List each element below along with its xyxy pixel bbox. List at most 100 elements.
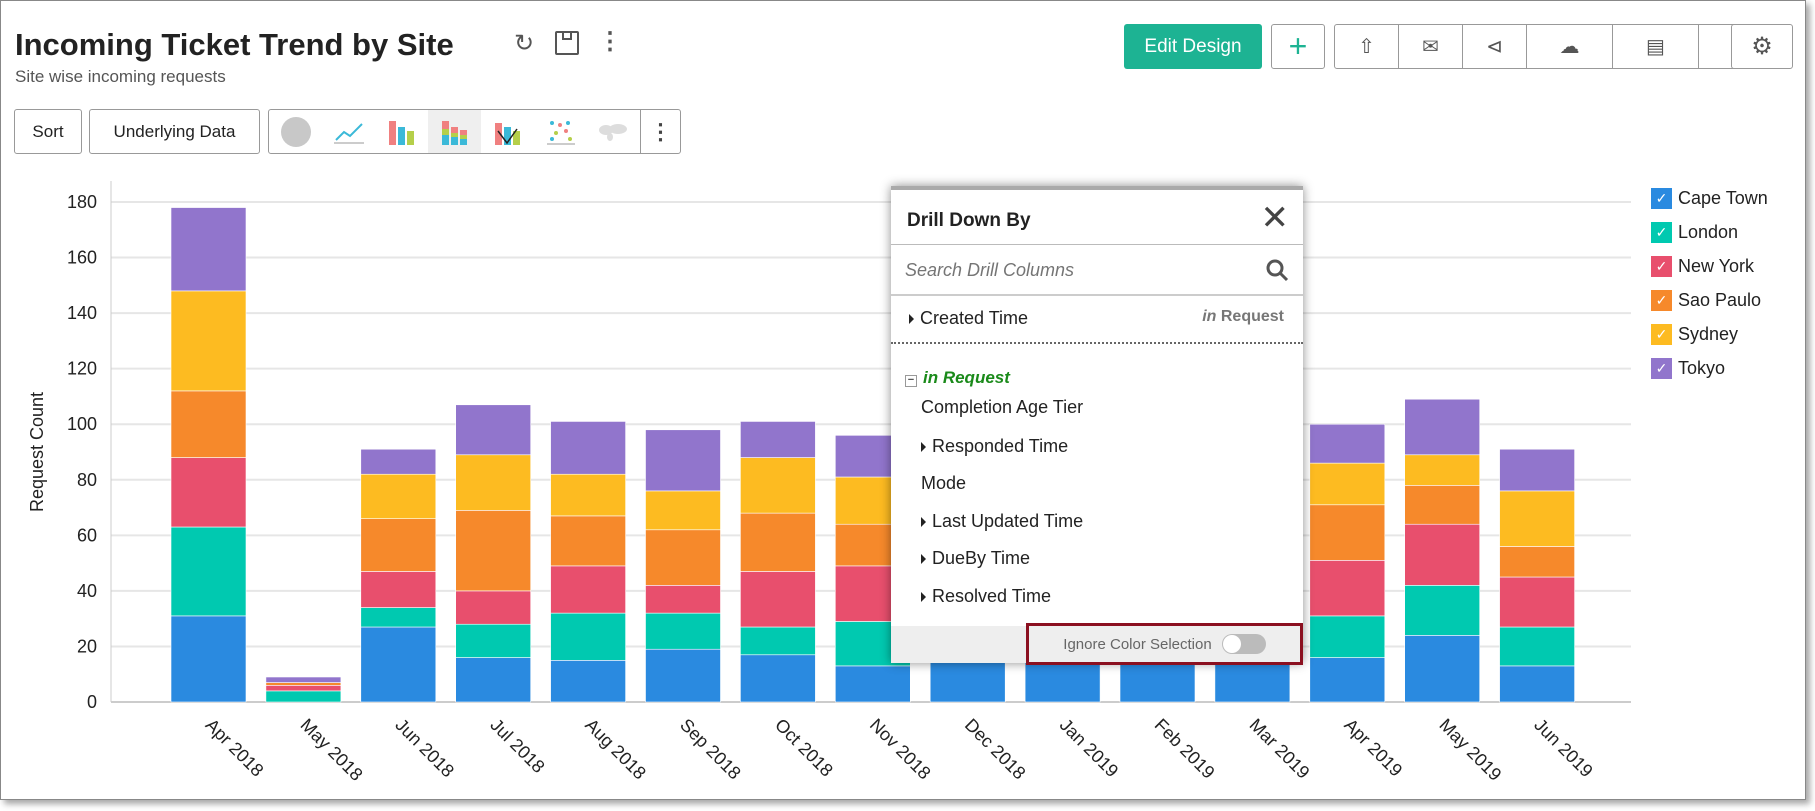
popup-title: Drill Down By <box>907 210 1031 231</box>
bar-chart-icon[interactable] <box>375 110 428 153</box>
expand-arrow-icon <box>909 314 914 325</box>
y-tick-label: 160 <box>67 248 97 268</box>
group-in-request[interactable]: − in Request <box>905 368 1317 388</box>
legend-checkbox-icon[interactable]: ✓ <box>1651 187 1672 209</box>
bar-segment <box>1404 398 1480 456</box>
bar-segment <box>645 490 721 531</box>
bar-segment <box>740 571 816 628</box>
bar-segment <box>265 676 342 683</box>
bar-segment <box>265 682 342 686</box>
legend-checkbox-icon[interactable]: ✓ <box>1651 255 1672 277</box>
drill-item-label: Created Time <box>920 308 1029 328</box>
x-tick-label: Jul 2018 <box>486 715 548 777</box>
ignore-color-selection-toggle[interactable]: Ignore Color Selection <box>1026 623 1303 665</box>
legend-label: Tokyo <box>1678 357 1726 378</box>
pie-chart-icon[interactable] <box>269 110 322 153</box>
drill-item[interactable]: Resolved Time <box>921 586 1333 607</box>
bar-segment <box>1499 490 1575 547</box>
map-chart-icon[interactable] <box>587 110 640 153</box>
chart-type-switcher: ⋮ <box>268 109 681 154</box>
bar-segment <box>550 421 626 475</box>
x-tick-label: Jun 2018 <box>391 715 458 782</box>
bar-segment <box>740 421 816 458</box>
refresh-icon[interactable]: ↻ <box>514 29 534 58</box>
expand-arrow-icon <box>921 554 926 565</box>
y-tick-label: 80 <box>77 470 97 490</box>
legend-item[interactable]: ✓ New York <box>1651 249 1768 283</box>
collapse-icon[interactable]: − <box>905 375 917 387</box>
legend-item[interactable]: ✓ London <box>1651 215 1768 249</box>
stacked-bar-chart: 0 20 40 60 80 100 120 140 160 180 Request Count Apr… <box>27 181 1631 785</box>
drill-item-label: Resolved Time <box>932 586 1052 606</box>
ignore-color-label: Ignore Color Selection <box>1063 635 1212 653</box>
legend-checkbox-icon[interactable]: ✓ <box>1651 221 1672 243</box>
share-icon[interactable]: ⊲ <box>1463 25 1527 68</box>
close-icon[interactable]: ✕ <box>1261 198 1290 238</box>
more-vertical-icon[interactable]: ⋮ <box>598 27 622 56</box>
drill-item-created-time[interactable]: Created Time in Request <box>909 308 1284 329</box>
save-icon[interactable] <box>555 31 579 55</box>
drill-down-popup: Drill Down By ✕ Created Time in Request … <box>891 186 1303 665</box>
legend-label: Sao Paulo <box>1678 289 1762 310</box>
x-tick-label: Apr 2018 <box>202 715 268 781</box>
drill-item[interactable]: DueBy Time <box>921 548 1333 569</box>
bar-segment <box>455 510 532 592</box>
page-title: Incoming Ticket Trend by Site <box>15 27 454 62</box>
bar-segment <box>360 626 437 703</box>
bar-segment <box>550 612 626 661</box>
drill-item[interactable]: Mode <box>921 473 1333 494</box>
bar-segment <box>360 571 437 608</box>
legend-checkbox-icon[interactable]: ✓ <box>1651 289 1672 311</box>
stacked-bar-chart-icon[interactable] <box>428 110 481 153</box>
comment-icon[interactable]: ▤ <box>1613 25 1699 68</box>
scatter-chart-icon[interactable] <box>534 110 587 153</box>
legend-checkbox-icon[interactable]: ✓ <box>1651 323 1672 345</box>
toggle-switch[interactable] <box>1221 634 1266 654</box>
drill-item[interactable]: Completion Age Tier <box>921 397 1333 418</box>
settings-gear-icon[interactable]: ⚙ <box>1731 24 1793 69</box>
bar-segment <box>1214 660 1291 703</box>
group-label: in Request <box>923 368 1010 387</box>
add-button[interactable]: + <box>1271 24 1325 69</box>
bar-segment <box>1404 635 1480 703</box>
y-axis-title: Request Count <box>27 392 47 512</box>
request-label: Request <box>1220 308 1284 325</box>
bar-segment <box>170 290 247 392</box>
edit-design-button[interactable]: Edit Design <box>1124 24 1262 69</box>
legend-item[interactable]: ✓ Cape Town <box>1651 181 1768 215</box>
legend-label: Cape Town <box>1678 187 1768 208</box>
email-icon[interactable]: ✉ <box>1399 25 1463 68</box>
bar-segment <box>265 685 342 692</box>
bar-segment <box>170 457 247 528</box>
search-drill-columns-input[interactable] <box>903 250 1243 290</box>
drill-item[interactable]: Responded Time <box>921 436 1333 457</box>
y-tick-label: 40 <box>77 581 97 601</box>
bar-segment <box>170 526 247 617</box>
bar-segment <box>455 657 532 703</box>
drill-item-label: Completion Age Tier <box>921 397 1084 417</box>
export-icon[interactable]: ⇧ <box>1335 25 1399 68</box>
underlying-data-button[interactable]: Underlying Data <box>89 109 260 154</box>
x-tick-label: May 2019 <box>1435 715 1505 785</box>
legend-checkbox-icon[interactable]: ✓ <box>1651 357 1672 379</box>
cloud-upload-icon[interactable]: ☁ <box>1527 25 1613 68</box>
y-tick-label: 20 <box>77 636 97 656</box>
legend-item[interactable]: ✓ Sydney <box>1651 317 1768 351</box>
bar-segment <box>170 207 247 292</box>
report-window: Incoming Ticket Trend by Site Site wise … <box>0 0 1806 800</box>
sort-button[interactable]: Sort <box>14 109 82 154</box>
drill-item-label: Responded Time <box>932 436 1069 456</box>
bar-segment <box>929 660 1006 703</box>
bar-segment <box>360 518 437 572</box>
bar-segment <box>740 512 816 572</box>
more-chart-types-icon[interactable]: ⋮ <box>640 110 680 153</box>
page-subtitle: Site wise incoming requests <box>15 67 226 86</box>
search-icon[interactable] <box>1265 258 1289 282</box>
bar-segment <box>360 448 437 475</box>
legend-item[interactable]: ✓ Sao Paulo <box>1651 283 1768 317</box>
bar-segment <box>455 590 532 625</box>
combo-chart-icon[interactable] <box>481 110 534 153</box>
drill-item[interactable]: Last Updated Time <box>921 511 1333 532</box>
line-chart-icon[interactable] <box>322 110 375 153</box>
legend-item[interactable]: ✓ Tokyo <box>1651 351 1768 385</box>
